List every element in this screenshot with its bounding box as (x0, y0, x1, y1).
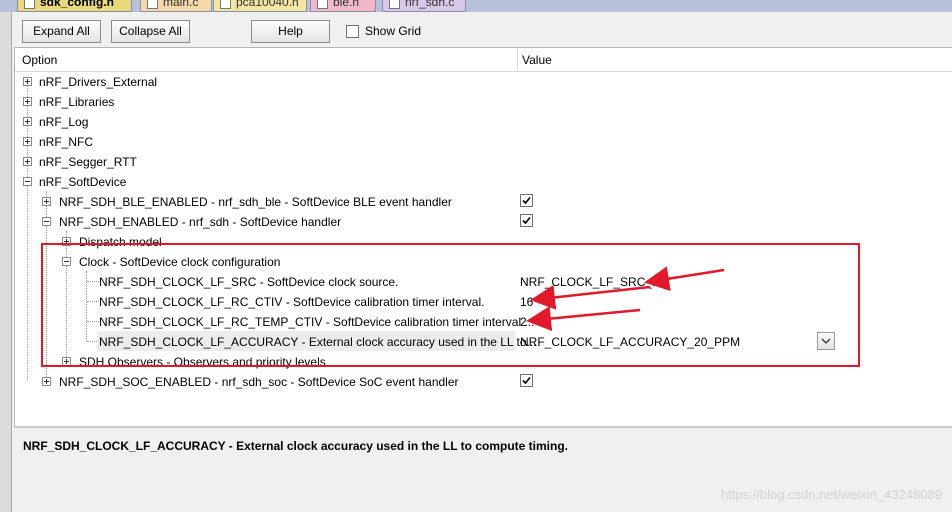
tab-label: pca10040.h (236, 0, 299, 9)
left-gutter (0, 12, 12, 512)
tree-row[interactable]: nRF_SoftDevice (15, 171, 952, 191)
row-label: NRF_SDH_CLOCK_LF_RC_TEMP_CTIV - SoftDevi… (99, 315, 535, 329)
row-label: NRF_SDH_BLE_ENABLED - nrf_sdh_ble - Soft… (59, 195, 452, 209)
enabled-checkbox[interactable] (520, 194, 533, 207)
show-grid-checkbox[interactable] (346, 24, 359, 38)
row-label: NRF_SDH_CLOCK_LF_RC_CTIV - SoftDevice ca… (99, 295, 485, 309)
collapse-icon[interactable] (62, 257, 71, 266)
expand-icon[interactable] (62, 237, 71, 246)
tree-row[interactable]: nRF_Drivers_External (15, 71, 952, 91)
row-value[interactable]: 2 (520, 315, 527, 329)
row-label: nRF_SoftDevice (39, 175, 127, 189)
collapse-all-button[interactable]: Collapse All (111, 20, 190, 43)
tree-row-selected[interactable]: NRF_SDH_CLOCK_LF_ACCURACY - External clo… (15, 331, 952, 351)
tree-row[interactable]: Dispatch model (15, 231, 952, 251)
chevron-down-icon (821, 338, 831, 344)
row-label: NRF_SDH_CLOCK_LF_SRC - SoftDevice clock … (99, 275, 399, 289)
tree-row[interactable]: nRF_Libraries (15, 91, 952, 111)
dropdown-button[interactable] (817, 332, 835, 350)
tab-label: ble.h (333, 0, 360, 9)
tree-row[interactable]: NRF_SDH_SOC_ENABLED - nrf_sdh_soc - Soft… (15, 371, 952, 391)
row-label: nRF_Libraries (39, 95, 115, 109)
expand-icon[interactable] (23, 97, 32, 106)
tab-label: sdk_config.h (40, 0, 115, 9)
expand-icon[interactable] (23, 137, 32, 146)
show-grid-toggle[interactable]: Show Grid (346, 23, 421, 39)
row-label: Clock - SoftDevice clock configuration (79, 255, 281, 269)
gear-file-icon (389, 0, 400, 9)
tab-nrf-sdh-c[interactable]: nrf_sdh.c (382, 0, 466, 12)
expand-all-button[interactable]: Expand All (22, 20, 101, 43)
column-divider[interactable] (517, 48, 518, 72)
collapse-icon[interactable] (42, 217, 51, 226)
tree-row[interactable]: SDH Observers - Observers and priority l… (15, 351, 952, 371)
tab-sdk-config[interactable]: sdk_config.h (17, 0, 132, 12)
expand-icon[interactable] (42, 377, 51, 386)
file-icon (220, 0, 231, 9)
tree-row[interactable]: nRF_Log (15, 111, 952, 131)
row-value[interactable]: NRF_CLOCK_LF_SRC_RC (520, 275, 669, 289)
row-value[interactable]: 16 (520, 295, 533, 309)
tree-row[interactable]: NRF_SDH_CLOCK_LF_SRC - SoftDevice clock … (15, 271, 952, 291)
tree-row[interactable]: nRF_NFC (15, 131, 952, 151)
description-title: NRF_SDH_CLOCK_LF_ACCURACY - External clo… (23, 439, 568, 453)
value-column-header[interactable]: Value (522, 53, 552, 67)
row-label: NRF_SDH_SOC_ENABLED - nrf_sdh_soc - Soft… (59, 375, 459, 389)
row-label: nRF_Drivers_External (39, 75, 158, 89)
tab-pca10040-h[interactable]: pca10040.h (213, 0, 307, 12)
value-dropdown[interactable]: NRF_CLOCK_LF_ACCURACY_20_PPM (520, 335, 740, 349)
expand-icon[interactable] (62, 357, 71, 366)
expand-icon[interactable] (23, 77, 32, 86)
row-label: SDH Observers - Observers and priority l… (79, 355, 326, 369)
description-panel: NRF_SDH_CLOCK_LF_ACCURACY - External clo… (14, 426, 952, 512)
tree-row[interactable]: NRF_SDH_ENABLED - nrf_sdh - SoftDevice h… (15, 211, 952, 231)
row-label: Dispatch model (79, 235, 162, 249)
help-button[interactable]: Help (251, 20, 330, 43)
row-label: nRF_NFC (39, 135, 94, 149)
tree-row[interactable]: Clock - SoftDevice clock configuration (15, 251, 952, 271)
config-property-grid: Option Value nRF_Drivers_External nRF_Li… (14, 47, 952, 426)
toolbar: Expand All Collapse All Help Show Grid (13, 12, 952, 46)
tab-ble-h[interactable]: ble.h (310, 0, 376, 12)
expand-icon[interactable] (42, 197, 51, 206)
tree-row[interactable]: nRF_Segger_RTT (15, 151, 952, 171)
file-icon (24, 0, 35, 9)
expand-icon[interactable] (23, 117, 32, 126)
tab-main-c[interactable]: main.c (140, 0, 212, 12)
row-label: nRF_Segger_RTT (39, 155, 137, 169)
enabled-checkbox[interactable] (520, 374, 533, 387)
tree-row[interactable]: NRF_SDH_BLE_ENABLED - nrf_sdh_ble - Soft… (15, 191, 952, 211)
expand-icon[interactable] (23, 157, 32, 166)
tree-row[interactable]: NRF_SDH_CLOCK_LF_RC_TEMP_CTIV - SoftDevi… (15, 311, 952, 331)
tree-row[interactable]: NRF_SDH_CLOCK_LF_RC_CTIV - SoftDevice ca… (15, 291, 952, 311)
enabled-checkbox[interactable] (520, 214, 533, 227)
watermark-text: https://blog.csdn.net/weixin_43248089 (720, 487, 942, 502)
show-grid-label: Show Grid (365, 24, 422, 38)
file-icon (147, 0, 158, 9)
editor-tab-strip: sdk_config.h main.c pca10040.h ble.h nrf… (0, 0, 952, 12)
option-column-header[interactable]: Option (22, 53, 57, 67)
file-icon (317, 0, 328, 9)
grid-header: Option Value (15, 48, 952, 72)
collapse-icon[interactable] (23, 177, 32, 186)
tab-label: main.c (163, 0, 199, 9)
row-label: NRF_SDH_ENABLED - nrf_sdh - SoftDevice h… (59, 215, 342, 229)
tab-label: nrf_sdh.c (405, 0, 455, 9)
row-label: NRF_SDH_CLOCK_LF_ACCURACY - External clo… (99, 335, 537, 349)
row-label: nRF_Log (39, 115, 89, 129)
